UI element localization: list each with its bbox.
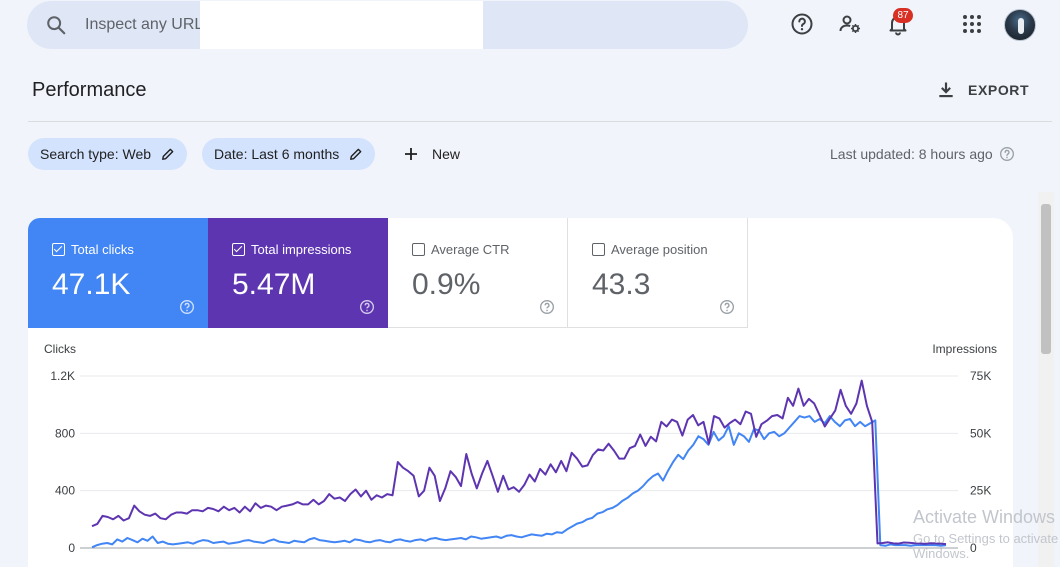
right-axis-tick-label: 75K — [970, 369, 991, 383]
left-axis-tick-label: 0 — [68, 541, 75, 555]
help-icon[interactable] — [179, 299, 195, 315]
grid-lines — [80, 375, 958, 549]
metric-value: 5.47M — [232, 268, 316, 301]
redacted-region — [200, 1, 483, 49]
new-filter-button[interactable]: New — [402, 142, 460, 166]
right-axis-label: Impressions — [932, 342, 997, 356]
search-icon — [47, 16, 66, 35]
header-divider — [28, 121, 1052, 122]
account-avatar[interactable] — [1004, 9, 1036, 41]
metric-checkbox[interactable] — [412, 243, 425, 256]
series-lines — [91, 379, 947, 549]
download-icon — [939, 82, 953, 98]
metric-average-position[interactable]: Average position 43.3 — [568, 218, 748, 328]
help-icon[interactable] — [359, 299, 375, 315]
filter-chip-date[interactable]: Date: Last 6 months — [202, 138, 376, 170]
metric-total-impressions[interactable]: Total impressions 5.47M — [208, 218, 388, 328]
metric-value: 43.3 — [592, 268, 651, 301]
left-axis-tick-label: 1.2K — [50, 369, 75, 383]
last-updated-text: Last updated: 8 hours ago — [830, 146, 993, 162]
performance-chart[interactable]: Clicks Impressions 0 0 400 25K 800 50K 1.2K 75K — [28, 328, 1013, 567]
help-icon[interactable] — [790, 12, 814, 36]
export-button[interactable]: EXPORT — [936, 76, 1029, 104]
help-icon[interactable] — [539, 299, 555, 315]
metric-label-text: Total impressions — [251, 242, 352, 257]
axis-ticks: 0 0 400 25K 800 50K 1.2K 75K — [50, 369, 991, 555]
edit-pencil-icon — [162, 148, 174, 160]
metric-label: Average CTR — [412, 242, 510, 257]
metric-checkbox[interactable] — [592, 243, 605, 256]
metric-average-ctr[interactable]: Average CTR 0.9% — [388, 218, 568, 328]
left-axis-tick-label: 400 — [55, 484, 75, 498]
filter-chip-search-type[interactable]: Search type: Web — [28, 138, 188, 170]
help-icon[interactable] — [719, 299, 735, 315]
metric-total-clicks[interactable]: Total clicks 47.1K — [28, 218, 208, 328]
last-updated-info: Last updated: 8 hours ago — [830, 146, 1015, 162]
metric-label: Total clicks — [52, 242, 134, 257]
impressions-series-line — [91, 379, 947, 546]
metric-label: Average position — [592, 242, 708, 257]
clicks-series-line — [91, 415, 947, 549]
filter-chip-label: Date: Last 6 months — [214, 146, 340, 162]
metric-label: Total impressions — [232, 242, 351, 257]
export-label: EXPORT — [968, 82, 1030, 98]
page-title: Performance — [32, 79, 147, 101]
metric-label-text: Average CTR — [431, 242, 510, 257]
performance-card: Total clicks 47.1K Total impressions 5.4… — [28, 218, 1013, 567]
top-bar: Inspect any URL 87 — [0, 0, 1060, 52]
right-axis-tick-label: 0 — [970, 541, 977, 555]
metric-value: 0.9% — [412, 268, 481, 301]
page-scrollbar-thumb[interactable] — [1041, 204, 1051, 354]
new-filter-label: New — [432, 146, 461, 162]
url-inspection-search[interactable]: Inspect any URL — [27, 1, 748, 49]
metric-label-text: Total clicks — [71, 242, 134, 257]
metric-label-text: Average position — [611, 242, 708, 257]
search-input[interactable]: Inspect any URL — [85, 16, 203, 34]
edit-pencil-icon — [350, 148, 362, 160]
help-icon[interactable] — [999, 146, 1015, 162]
left-axis-tick-label: 800 — [55, 426, 75, 440]
filter-chip-label: Search type: Web — [40, 146, 152, 162]
apps-grid-icon[interactable] — [960, 12, 984, 36]
notification-count-badge: 87 — [893, 8, 913, 23]
plus-icon — [405, 148, 417, 160]
right-axis-tick-label: 50K — [970, 426, 991, 440]
metric-checkbox[interactable] — [232, 243, 245, 256]
right-axis-tick-label: 25K — [970, 484, 991, 498]
metric-value: 47.1K — [52, 268, 131, 301]
left-axis-label: Clicks — [44, 342, 76, 356]
manage-users-icon[interactable] — [838, 12, 862, 36]
metric-checkbox[interactable] — [52, 243, 65, 256]
